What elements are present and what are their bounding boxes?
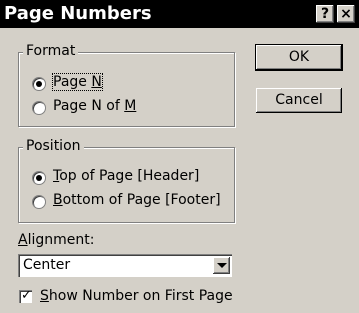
window-title: Page Numbers xyxy=(4,3,152,24)
radio-selected-icon xyxy=(36,175,42,181)
show-number-first-page-checkbox[interactable]: ✓ xyxy=(19,288,32,303)
help-button[interactable]: ? xyxy=(316,5,334,23)
format-group xyxy=(18,52,235,127)
radio-bottom-of-page-label[interactable]: Bottom of Page [Footer] xyxy=(53,192,221,208)
dropdown-button[interactable] xyxy=(213,257,230,274)
format-legend: Format xyxy=(23,43,79,59)
ok-button[interactable]: OK xyxy=(256,45,342,70)
show-number-first-page-label[interactable]: Show Number on First Page xyxy=(40,288,233,304)
radio-selected-icon xyxy=(36,81,42,87)
chevron-down-icon xyxy=(217,263,227,268)
cancel-button[interactable]: Cancel xyxy=(256,88,342,113)
radio-top-of-page[interactable] xyxy=(32,171,46,185)
alignment-value: Center xyxy=(23,257,71,273)
radio-top-of-page-label[interactable]: Top of Page [Header] xyxy=(53,168,199,184)
close-button[interactable]: × xyxy=(337,5,355,23)
alignment-label: Alignment: xyxy=(18,232,95,248)
position-legend: Position xyxy=(23,138,84,154)
radio-page-n-of-m-label[interactable]: Page N of M xyxy=(53,98,136,114)
radio-page-n[interactable] xyxy=(32,77,46,91)
radio-page-n-of-m[interactable] xyxy=(32,101,46,115)
radio-bottom-of-page[interactable] xyxy=(32,195,46,209)
checkmark-icon: ✓ xyxy=(21,288,32,303)
position-group xyxy=(18,147,235,223)
alignment-select[interactable]: Center xyxy=(18,254,232,277)
radio-page-n-label[interactable]: Page N xyxy=(52,73,103,91)
